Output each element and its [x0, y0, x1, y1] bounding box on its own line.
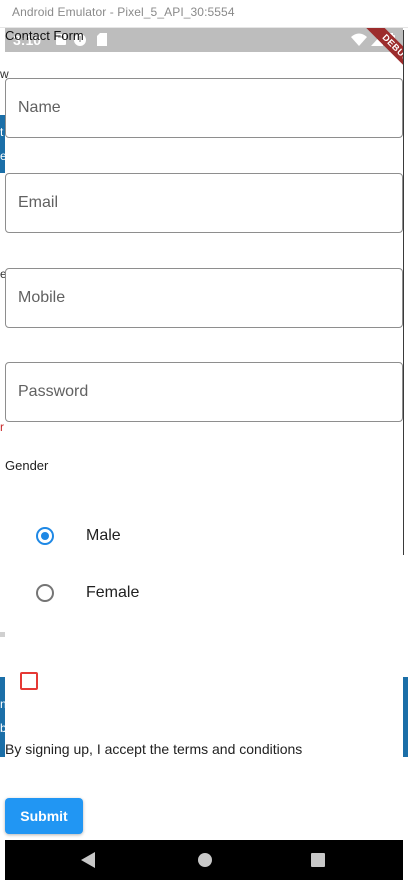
radio-button-female[interactable]: [36, 584, 54, 602]
gender-option-male[interactable]: Male: [5, 510, 403, 562]
behind-window-text: e: [0, 149, 7, 163]
emulator-titlebar: Android Emulator - Pixel_5_API_30:5554: [0, 0, 408, 28]
page-title: Contact Form: [5, 28, 84, 43]
name-input[interactable]: [18, 79, 388, 137]
password-field[interactable]: [5, 362, 403, 422]
navigation-bar: [5, 840, 403, 880]
behind-window-strip: [403, 677, 408, 757]
name-field[interactable]: [5, 78, 403, 138]
terms-checkbox[interactable]: [20, 672, 38, 690]
behind-window-text: t: [0, 125, 4, 139]
submit-button[interactable]: Submit: [5, 798, 83, 834]
radio-label-male: Male: [86, 527, 121, 544]
sd-card-icon: [97, 33, 108, 51]
home-icon[interactable]: [198, 853, 212, 867]
recent-apps-icon[interactable]: [311, 853, 325, 867]
email-input[interactable]: [18, 174, 388, 232]
mobile-input[interactable]: [18, 269, 388, 327]
radio-label-female: Female: [86, 584, 140, 601]
debug-banner-label: DEBUG: [359, 28, 403, 85]
gender-option-female[interactable]: Female: [5, 567, 403, 619]
password-input[interactable]: [18, 363, 388, 421]
back-icon[interactable]: [81, 852, 95, 873]
behind-window-strip: [0, 632, 5, 637]
behind-window-text: b: [0, 721, 7, 735]
gender-label: Gender: [5, 458, 49, 473]
behind-window-text: r: [0, 420, 4, 434]
behind-window-text: n: [0, 697, 7, 711]
radio-selected-dot: [41, 532, 49, 540]
email-field[interactable]: [5, 173, 403, 233]
emulator-window-title: Android Emulator - Pixel_5_API_30:5554: [12, 5, 235, 19]
emulator-frame-edge: [403, 30, 404, 555]
radio-button-male[interactable]: [36, 527, 54, 545]
mobile-field[interactable]: [5, 268, 403, 328]
terms-text: By signing up, I accept the terms and co…: [5, 741, 303, 757]
